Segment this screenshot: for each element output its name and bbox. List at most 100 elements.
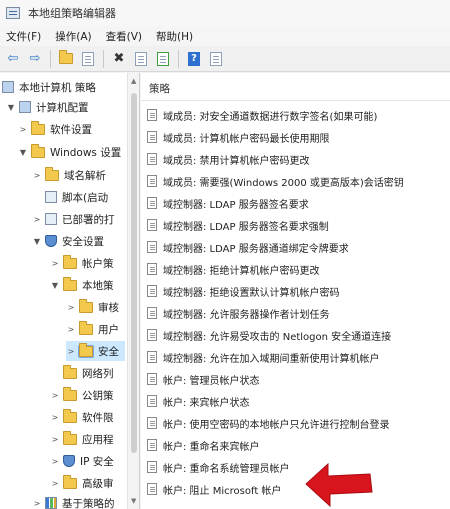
tree-item-ip-security[interactable]: > IP 安全: [50, 451, 114, 471]
expand-right-icon[interactable]: >: [32, 215, 42, 224]
expand-down-icon[interactable]: ▼: [6, 103, 16, 112]
tree-item-advanced-audit[interactable]: > 高级审: [50, 473, 114, 493]
policy-row[interactable]: 域成员: 对安全通道数据进行数字签名(如果可能): [147, 104, 377, 126]
policy-row[interactable]: 帐户: 管理员帐户状态: [147, 368, 260, 390]
menu-view[interactable]: 查看(V): [106, 29, 142, 44]
policy-row[interactable]: 域成员: 需要强(Windows 2000 或更高版本)会话密钥: [147, 170, 404, 192]
tree-item-computer-config[interactable]: ▼ 计算机配置: [6, 97, 89, 117]
menu-action[interactable]: 操作(A): [55, 29, 91, 44]
expand-right-icon[interactable]: >: [66, 347, 76, 356]
expand-down-icon[interactable]: ▼: [32, 237, 42, 246]
policy-label: 帐户: 来宾帐户状态: [163, 397, 250, 409]
tree-item-name-resolution[interactable]: > 域名解析: [32, 165, 106, 185]
tree-item-label: 网络列: [82, 367, 114, 380]
tree-item-public-key[interactable]: > 公钥策: [50, 385, 114, 405]
policy-row[interactable]: 域控制器: 允许服务器操作者计划任务: [147, 302, 330, 324]
tree-item-user-rights[interactable]: > 用户: [66, 319, 119, 339]
scroll-up-icon[interactable]: ▲: [131, 77, 136, 85]
tree-item-software-settings[interactable]: > 软件设置: [18, 119, 92, 139]
policy-row[interactable]: 帐户: 阻止 Microsoft 帐户: [147, 478, 281, 500]
expand-right-icon[interactable]: >: [50, 435, 60, 444]
tree-item-windows-settings[interactable]: ▼ Windows 设置: [18, 142, 121, 162]
policy-row[interactable]: 域成员: 计算机帐户密码最长使用期限: [147, 126, 330, 148]
tree-item-software-restriction[interactable]: > 软件限: [50, 407, 114, 427]
policy-row[interactable]: 域控制器: LDAP 服务器通道绑定令牌要求: [147, 236, 349, 258]
policy-row[interactable]: 帐户: 使用空密码的本地帐户只允许进行控制台登录: [147, 412, 390, 434]
folder-icon: [45, 166, 59, 181]
policy-editor-icon: [6, 7, 20, 19]
tree-item-policy-qos[interactable]: > 基于策略的: [32, 493, 115, 509]
scroll-down-icon[interactable]: ▼: [131, 497, 136, 505]
tree-item-deployed-printers[interactable]: > 已部署的打: [32, 209, 115, 229]
menu-help[interactable]: 帮助(H): [156, 29, 193, 44]
menu-file[interactable]: 文件(F): [6, 29, 41, 44]
expand-right-icon[interactable]: >: [50, 457, 60, 466]
expand-right-icon[interactable]: >: [50, 391, 60, 400]
policy-row[interactable]: 域控制器: 拒绝设置默认计算机帐户密码: [147, 280, 340, 302]
expand-right-icon[interactable]: >: [66, 303, 76, 312]
policy-row[interactable]: 域控制器: 拒绝计算机帐户密码更改: [147, 258, 320, 280]
properties-icon[interactable]: [132, 50, 150, 68]
expand-down-icon[interactable]: ▼: [50, 281, 60, 290]
help-icon[interactable]: ?: [185, 50, 203, 68]
show-hide-tree-icon[interactable]: [79, 50, 97, 68]
tree-scrollbar[interactable]: ▲ ▼: [127, 73, 139, 509]
expand-right-icon[interactable]: >: [32, 499, 42, 508]
scroll-thumb[interactable]: [131, 93, 137, 453]
delete-x-icon[interactable]: ✖: [110, 50, 128, 68]
expand-right-icon[interactable]: >: [18, 125, 28, 134]
policy-document-icon: [147, 373, 157, 385]
tree-item-app-control[interactable]: > 应用程: [50, 429, 114, 449]
policy-row[interactable]: 帐户: 来宾帐户状态: [147, 390, 250, 412]
policy-document-icon: [147, 483, 157, 495]
back-arrow-icon[interactable]: ⇦: [4, 50, 22, 68]
policy-document-icon: [147, 153, 157, 165]
tree-item-local-computer-policy[interactable]: 本地计算机 策略: [2, 77, 96, 97]
column-header-policy[interactable]: 策略: [141, 77, 450, 101]
policy-label: 域控制器: LDAP 服务器通道绑定令牌要求: [163, 243, 349, 255]
policy-document-icon: [147, 263, 157, 275]
policy-row[interactable]: 域控制器: 允许易受攻击的 Netlogon 安全通道连接: [147, 324, 391, 346]
expand-right-icon[interactable]: >: [50, 479, 60, 488]
folder-icon: [63, 474, 77, 489]
expand-right-icon[interactable]: >: [50, 259, 60, 268]
view-icon[interactable]: [207, 50, 225, 68]
tree-item-scripts[interactable]: 脚本(启动: [32, 187, 108, 207]
tree-item-security-settings[interactable]: ▼ 安全设置: [32, 231, 104, 251]
policy-row[interactable]: 域控制器: 允许在加入域期间重新使用计算机帐户: [147, 346, 380, 368]
folder-icon: [63, 254, 77, 269]
expand-right-icon[interactable]: >: [32, 171, 42, 180]
forward-arrow-icon[interactable]: ⇨: [26, 50, 44, 68]
policy-row[interactable]: 域成员: 禁用计算机帐户密码更改: [147, 148, 310, 170]
policy-row[interactable]: 帐户: 重命名来宾帐户: [147, 434, 260, 456]
policy-label: 帐户: 重命名系统管理员帐户: [163, 463, 290, 475]
policy-row[interactable]: 域控制器: LDAP 服务器签名要求: [147, 192, 309, 214]
policy-row[interactable]: 域控制器: LDAP 服务器签名要求强制: [147, 214, 329, 236]
folder-icon: [31, 120, 45, 135]
folder-icon: [63, 276, 77, 291]
policy-row[interactable]: 帐户: 重命名系统管理员帐户: [147, 456, 290, 478]
tree-item-audit-policy[interactable]: > 审核: [66, 297, 119, 317]
menu-bar: 文件(F) 操作(A) 查看(V) 帮助(H): [0, 26, 450, 46]
tree-item-network-list[interactable]: 网络列: [50, 363, 114, 383]
policy-document-icon: [147, 351, 157, 363]
tree-item-label: 软件设置: [50, 123, 92, 136]
expand-right-icon[interactable]: >: [66, 325, 76, 334]
expand-right-icon[interactable]: >: [50, 413, 60, 422]
policy-document-icon: [147, 417, 157, 429]
ip-security-icon: [63, 455, 75, 467]
toolbar-separator: [50, 49, 51, 68]
policy-document-icon: [147, 285, 157, 297]
policy-document-icon: [147, 241, 157, 253]
tree-item-account-policies[interactable]: > 帐户策: [50, 253, 114, 273]
window-title: 本地组策略编辑器: [28, 7, 116, 20]
tree-item-security-options[interactable]: > 安全: [66, 341, 125, 361]
export-list-icon[interactable]: [154, 50, 172, 68]
up-folder-icon[interactable]: [57, 50, 75, 68]
tree-item-label: Windows 设置: [50, 146, 122, 159]
tree-item-label: 本地策: [82, 279, 114, 292]
expand-down-icon[interactable]: ▼: [18, 148, 28, 157]
title-bar: 本地组策略编辑器: [0, 0, 450, 26]
policy-label: 域成员: 计算机帐户密码最长使用期限: [163, 133, 330, 145]
tree-item-local-policies[interactable]: ▼ 本地策: [50, 275, 114, 295]
